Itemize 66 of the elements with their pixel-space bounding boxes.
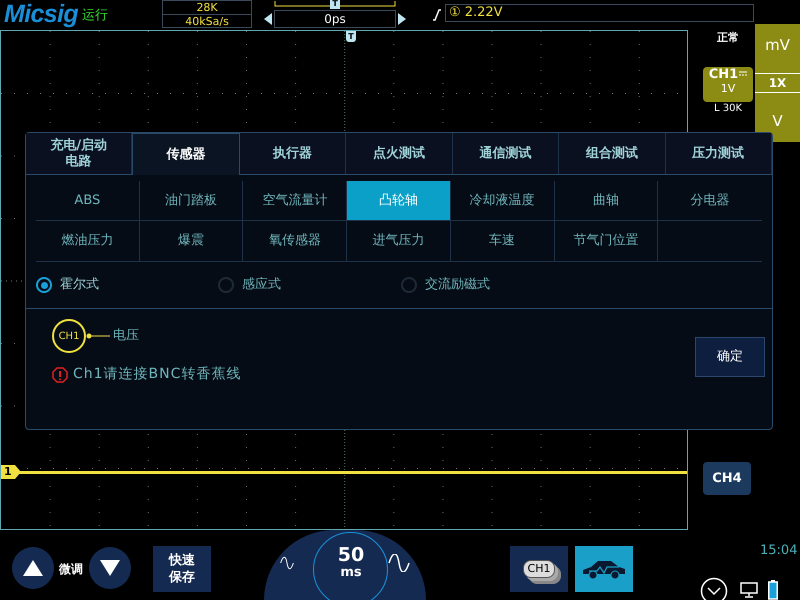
down-button[interactable] <box>89 547 131 589</box>
fine-adjust-label: 微调 <box>59 561 83 578</box>
sensor-option[interactable]: ABS <box>36 181 140 221</box>
sensor-option[interactable]: 氧传感器 <box>243 221 348 261</box>
clock-time: 15:04 <box>760 542 798 560</box>
acquisition-mode: 正常 <box>717 30 739 46</box>
trigger-source: ① <box>449 5 461 21</box>
run-state: 运行 <box>82 9 108 23</box>
timebase-value: 50 <box>338 544 364 566</box>
confirm-button[interactable]: 确定 <box>695 337 765 377</box>
channel-label: CH1 <box>708 67 738 83</box>
time-offset-field[interactable]: 0ps <box>274 10 396 28</box>
category-tab[interactable]: 点火测试 <box>346 133 453 174</box>
sensor-type-radio[interactable]: 感应式 <box>218 275 401 295</box>
sample-rate: 40kSa/s <box>184 15 230 28</box>
down-triangle-icon <box>100 560 120 576</box>
trigger-level: 2.22V <box>464 5 503 21</box>
category-tab[interactable]: 传感器 <box>132 133 240 175</box>
category-tab[interactable]: 执行器 <box>240 133 346 174</box>
brand-logo: Micsig <box>4 0 78 28</box>
sensor-option[interactable]: 油门踏板 <box>140 181 244 221</box>
sine-wave-icon[interactable] <box>388 554 410 572</box>
category-tab[interactable]: 充电/启动电路 <box>26 133 132 174</box>
sine-wave-icon[interactable] <box>280 554 294 572</box>
warning-icon <box>52 366 68 382</box>
sensor-option[interactable]: 曲轴 <box>554 181 658 221</box>
unit-option[interactable]: mV <box>765 34 790 56</box>
unit-option[interactable]: 1X <box>755 73 800 93</box>
sensor-option[interactable]: 冷却液温度 <box>450 181 555 221</box>
battery-icon <box>768 580 778 600</box>
sensor-option[interactable]: 分电器 <box>658 181 762 221</box>
category-tab[interactable]: 通信测试 <box>452 133 560 174</box>
connector-line <box>86 333 110 339</box>
warning-message: Ch1请连接BNC转香蕉线 <box>73 365 242 384</box>
timebase-unit: ms <box>340 566 362 580</box>
ch4-button[interactable]: CH4 <box>703 462 751 495</box>
up-triangle-icon <box>23 560 43 576</box>
channel-scale-card[interactable]: CH1 1V <box>703 67 753 102</box>
dc-coupling-icon <box>739 71 748 76</box>
sensor-type-radio[interactable]: 交流励磁式 <box>401 275 584 295</box>
right-arrow-icon[interactable] <box>398 13 406 25</box>
sensor-option[interactable]: 节气门位置 <box>554 221 658 261</box>
sensor-option[interactable]: 车速 <box>450 221 555 261</box>
sensor-option[interactable]: 爆震 <box>140 221 244 261</box>
trace-marker[interactable]: 1 <box>1 465 21 479</box>
sensor-option[interactable]: 进气压力 <box>347 221 451 261</box>
vehicle-mode-button[interactable] <box>575 546 633 592</box>
memory-depth: 28K <box>163 1 252 15</box>
sensor-type-radio[interactable]: 霍尔式 <box>36 275 218 295</box>
left-arrow-icon[interactable] <box>264 13 272 25</box>
signal-label: 电压 <box>113 327 139 346</box>
up-button[interactable] <box>12 547 54 589</box>
channel-stack-button[interactable]: CH1 <box>510 546 568 592</box>
category-tab[interactable]: 组合测试 <box>559 133 666 174</box>
trigger-marker[interactable]: T <box>346 31 356 42</box>
unit-option[interactable]: V <box>772 110 783 132</box>
quick-save-button[interactable]: 快速保存 <box>153 546 211 592</box>
rising-edge-icon <box>433 9 442 21</box>
car-icon <box>581 558 627 580</box>
monitor-icon <box>740 582 758 598</box>
channel-scale: 1V <box>720 83 736 95</box>
trigger-position-marker[interactable]: T <box>330 0 340 9</box>
channel-impedance: L 30K <box>714 103 742 115</box>
category-tab[interactable]: 压力测试 <box>666 133 772 174</box>
trigger-level-field[interactable]: ① 2.22V <box>445 4 754 22</box>
sensor-option[interactable]: 燃油压力 <box>36 221 140 261</box>
